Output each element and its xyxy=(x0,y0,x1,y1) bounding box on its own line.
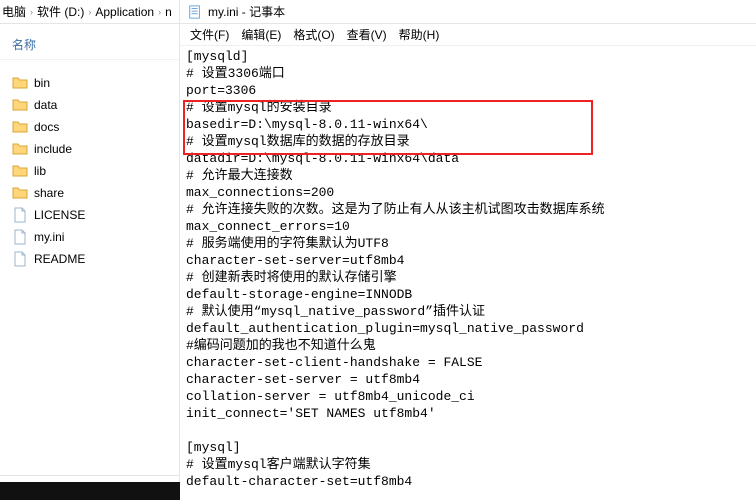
folder-icon xyxy=(12,141,28,157)
menu-format[interactable]: 格式(O) xyxy=(289,26,338,43)
file-item-include[interactable]: include xyxy=(12,138,179,160)
file-item-docs[interactable]: docs xyxy=(12,116,179,138)
notepad-window: my.ini - 记事本 文件(F) 编辑(E) 格式(O) 查看(V) 帮助(… xyxy=(180,0,756,500)
chevron-right-icon: › xyxy=(84,7,95,17)
menu-file[interactable]: 文件(F) xyxy=(186,26,233,43)
file-label: docs xyxy=(34,120,59,134)
file-icon xyxy=(12,229,28,245)
divider xyxy=(0,475,179,476)
file-item-lib[interactable]: lib xyxy=(12,160,179,182)
text-editor-area[interactable]: [mysqld] # 设置3306端口 port=3306 # 设置mysql的… xyxy=(180,46,756,500)
folder-icon xyxy=(12,185,28,201)
folder-icon xyxy=(12,119,28,135)
chevron-right-icon: › xyxy=(154,7,165,17)
file-icon xyxy=(12,207,28,223)
chevron-right-icon: › xyxy=(26,7,37,17)
file-item-data[interactable]: data xyxy=(12,94,179,116)
breadcrumb-item[interactable]: 电脑 xyxy=(2,3,26,20)
notepad-icon xyxy=(188,5,202,19)
window-title: my.ini - 记事本 xyxy=(208,3,285,20)
file-item-my-ini[interactable]: my.ini xyxy=(12,226,179,248)
window-titlebar[interactable]: my.ini - 记事本 xyxy=(180,0,756,24)
file-label: share xyxy=(34,186,64,200)
file-icon xyxy=(12,251,28,267)
file-label: data xyxy=(34,98,57,112)
file-explorer-pane: 电脑 › 软件 (D:) › Application › n 名称 bin da… xyxy=(0,0,180,500)
file-item-share[interactable]: share xyxy=(12,182,179,204)
breadcrumb-item[interactable]: Application xyxy=(95,5,154,19)
menu-help[interactable]: 帮助(H) xyxy=(395,26,444,43)
terminal-strip xyxy=(0,482,180,500)
folder-icon xyxy=(12,75,28,91)
file-label: LICENSE xyxy=(34,208,85,222)
file-label: include xyxy=(34,142,72,156)
menu-view[interactable]: 查看(V) xyxy=(343,26,391,43)
file-list: bin data docs include lib share LICENSE xyxy=(0,66,179,270)
file-item-license[interactable]: LICENSE xyxy=(12,204,179,226)
folder-icon xyxy=(12,97,28,113)
file-label: README xyxy=(34,252,85,266)
menu-edit[interactable]: 编辑(E) xyxy=(237,26,285,43)
breadcrumb-item[interactable]: n xyxy=(165,5,172,19)
column-header-name[interactable]: 名称 xyxy=(0,30,179,60)
file-label: lib xyxy=(34,164,46,178)
file-label: my.ini xyxy=(34,230,64,244)
file-item-readme[interactable]: README xyxy=(12,248,179,270)
highlight-box xyxy=(183,100,593,155)
breadcrumb[interactable]: 电脑 › 软件 (D:) › Application › n xyxy=(0,0,179,24)
breadcrumb-item[interactable]: 软件 (D:) xyxy=(37,3,84,20)
file-item-bin[interactable]: bin xyxy=(12,72,179,94)
file-label: bin xyxy=(34,76,50,90)
folder-icon xyxy=(12,163,28,179)
menu-bar: 文件(F) 编辑(E) 格式(O) 查看(V) 帮助(H) xyxy=(180,24,756,46)
